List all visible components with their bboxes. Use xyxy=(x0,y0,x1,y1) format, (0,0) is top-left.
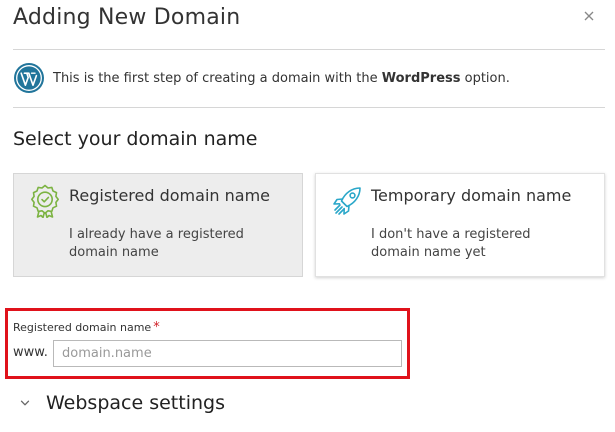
adding-domain-dialog: Adding New Domain This is the first step… xyxy=(0,0,615,432)
option-temporary-domain[interactable]: Temporary domain name I don't have a reg… xyxy=(315,173,605,277)
header-divider xyxy=(13,49,605,50)
info-divider xyxy=(13,107,605,108)
rocket-icon xyxy=(333,187,361,215)
section-title: Select your domain name xyxy=(13,128,258,150)
dialog-title: Adding New Domain xyxy=(13,5,241,30)
required-mark: * xyxy=(153,320,160,335)
option-description: I don't have a registered domain name ye… xyxy=(371,227,531,260)
close-icon xyxy=(584,11,594,21)
domain-name-input[interactable] xyxy=(53,340,402,367)
webspace-settings-title: Webspace settings xyxy=(46,392,225,414)
wordpress-icon xyxy=(14,63,44,93)
close-button[interactable] xyxy=(581,8,597,24)
chevron-down-icon xyxy=(20,400,30,406)
info-text: This is the first step of creating a dom… xyxy=(53,70,510,86)
option-registered-domain[interactable]: Registered domain name I already have a … xyxy=(13,173,303,277)
www-prefix: www. xyxy=(13,345,48,360)
info-message: This is the first step of creating a dom… xyxy=(13,62,510,94)
webspace-settings-toggle[interactable]: Webspace settings xyxy=(20,392,225,414)
award-badge-icon xyxy=(31,184,59,218)
option-title: Registered domain name xyxy=(69,186,270,205)
option-description: I already have a registered domain name xyxy=(69,227,244,260)
option-title: Temporary domain name xyxy=(371,186,572,205)
domain-field-label: Registered domain name * xyxy=(13,320,160,335)
